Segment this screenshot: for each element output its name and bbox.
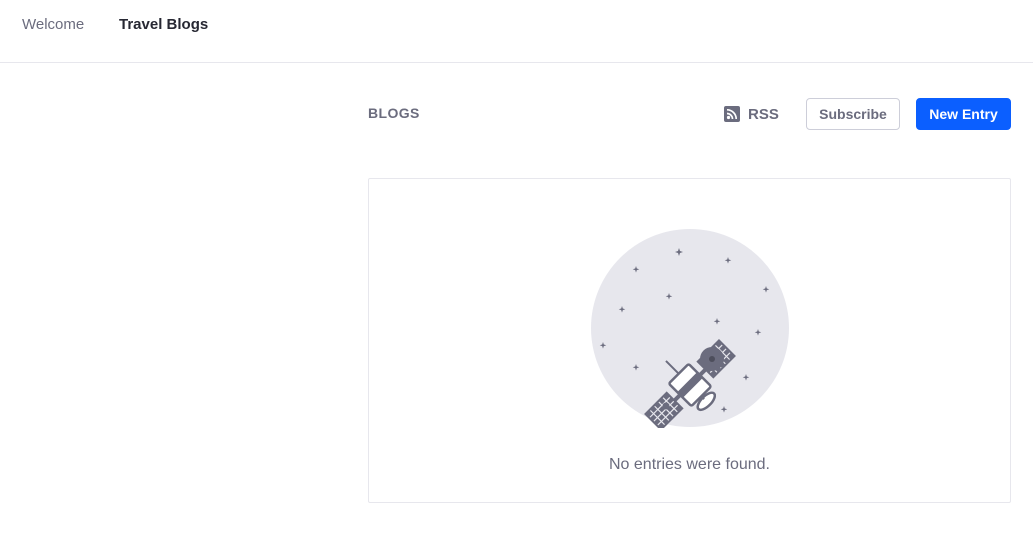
satellite-illustration [590, 228, 790, 431]
rss-icon [724, 106, 740, 122]
empty-state-message: No entries were found. [609, 456, 770, 473]
nav-item-welcome[interactable]: Welcome [22, 16, 84, 34]
top-navigation: Welcome Travel Blogs [0, 0, 1033, 63]
subscribe-button[interactable]: Subscribe [806, 98, 900, 130]
rss-link[interactable]: RSS [724, 105, 779, 123]
new-entry-button[interactable]: New Entry [916, 98, 1011, 130]
blogs-heading: BLOGS [368, 105, 420, 121]
empty-state-panel: No entries were found. [368, 178, 1011, 503]
rss-label: RSS [748, 105, 779, 123]
nav-item-travel-blogs[interactable]: Travel Blogs [119, 16, 208, 34]
